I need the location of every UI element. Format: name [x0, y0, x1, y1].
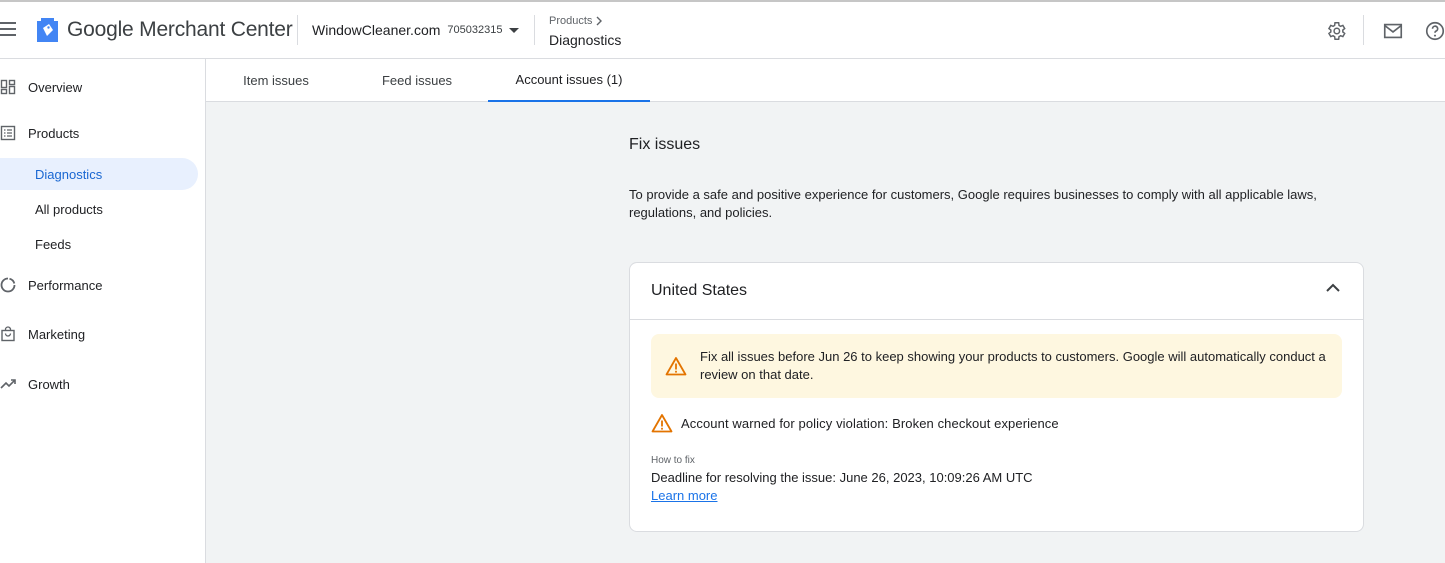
trending-up-icon	[0, 379, 16, 389]
shopping-bag-icon	[1, 326, 15, 342]
account-name: WindowCleaner.com	[312, 22, 441, 38]
chevron-up-icon[interactable]	[1325, 283, 1341, 293]
tab-label: Account issues (1)	[515, 72, 623, 87]
merchant-center-logo	[37, 18, 58, 42]
sidebar: Overview Products Diagnostics All produc…	[0, 59, 206, 563]
sidebar-item-label: Diagnostics	[35, 166, 103, 182]
mail-icon[interactable]	[1382, 20, 1404, 42]
section-title: Fix issues	[629, 136, 701, 153]
divider	[297, 15, 298, 45]
sidebar-item-overview[interactable]: Overview	[0, 79, 82, 95]
warning-banner: Fix all issues before Jun 26 to keep sho…	[651, 334, 1342, 398]
divider	[534, 15, 535, 45]
sidebar-item-label: Feeds	[35, 236, 72, 252]
chevron-right-icon	[596, 16, 603, 26]
sidebar-item-growth[interactable]: Growth	[0, 376, 70, 392]
menu-icon[interactable]	[0, 22, 16, 36]
sidebar-item-label: Overview	[28, 79, 83, 95]
issue-row: Account warned for policy violation: Bro…	[651, 413, 1059, 433]
sidebar-item-marketing[interactable]: Marketing	[0, 326, 85, 342]
sidebar-item-diagnostics[interactable]: Diagnostics	[0, 158, 198, 190]
sidebar-item-products[interactable]: Products	[0, 125, 79, 141]
tab-account-issues[interactable]: Account issues (1)	[488, 59, 650, 102]
sidebar-item-label: Growth	[28, 376, 70, 392]
list-icon	[0, 125, 16, 141]
sidebar-item-label: Performance	[28, 277, 103, 293]
account-selector[interactable]: WindowCleaner.com 705032315	[312, 22, 520, 38]
tab-feed-issues[interactable]: Feed issues	[367, 59, 467, 102]
app-title: Google Merchant Center	[67, 18, 293, 41]
region-title: United States	[651, 282, 748, 299]
card-header[interactable]: United States	[630, 263, 1363, 320]
deadline-text: Deadline for resolving the issue: June 2…	[651, 470, 1033, 485]
how-to-fix-label: How to fix	[651, 455, 695, 466]
warning-banner-text: Fix all issues before Jun 26 to keep sho…	[700, 349, 1326, 382]
main-content: Item issues Feed issues Account issues (…	[206, 59, 1445, 563]
sidebar-item-label: Products	[28, 125, 80, 141]
top-app-bar: Google Merchant Center WindowCleaner.com…	[0, 0, 1445, 59]
dashboard-icon	[0, 79, 16, 95]
issue-title: Account warned for policy violation: Bro…	[681, 415, 1059, 431]
tab-bar: Item issues Feed issues Account issues (…	[206, 59, 1445, 102]
divider	[1363, 15, 1364, 45]
tab-label: Item issues	[243, 73, 309, 88]
sidebar-item-all-products[interactable]: All products	[0, 193, 198, 225]
settings-icon[interactable]	[1325, 20, 1347, 42]
dropdown-arrow-icon	[509, 27, 520, 33]
account-id: 705032315	[447, 24, 503, 36]
page-title: Diagnostics	[549, 32, 622, 48]
warning-icon	[651, 414, 673, 433]
tab-label: Feed issues	[381, 73, 453, 88]
sidebar-item-label: Marketing	[28, 326, 86, 342]
warning-icon	[665, 357, 687, 376]
breadcrumb-parent-label: Products	[549, 15, 593, 27]
section-description: To provide a safe and positive experienc…	[629, 187, 1317, 220]
donut-chart-icon	[0, 277, 16, 293]
tab-item-issues[interactable]: Item issues	[226, 59, 326, 102]
help-icon[interactable]	[1424, 20, 1445, 42]
sidebar-item-performance[interactable]: Performance	[0, 277, 102, 293]
sidebar-item-feeds[interactable]: Feeds	[0, 228, 198, 260]
sidebar-item-label: All products	[35, 201, 103, 217]
learn-more-link[interactable]: Learn more	[651, 488, 717, 503]
region-issue-card: United States Fix all issues before Jun …	[629, 262, 1364, 532]
breadcrumb-parent[interactable]: Products	[549, 15, 603, 27]
